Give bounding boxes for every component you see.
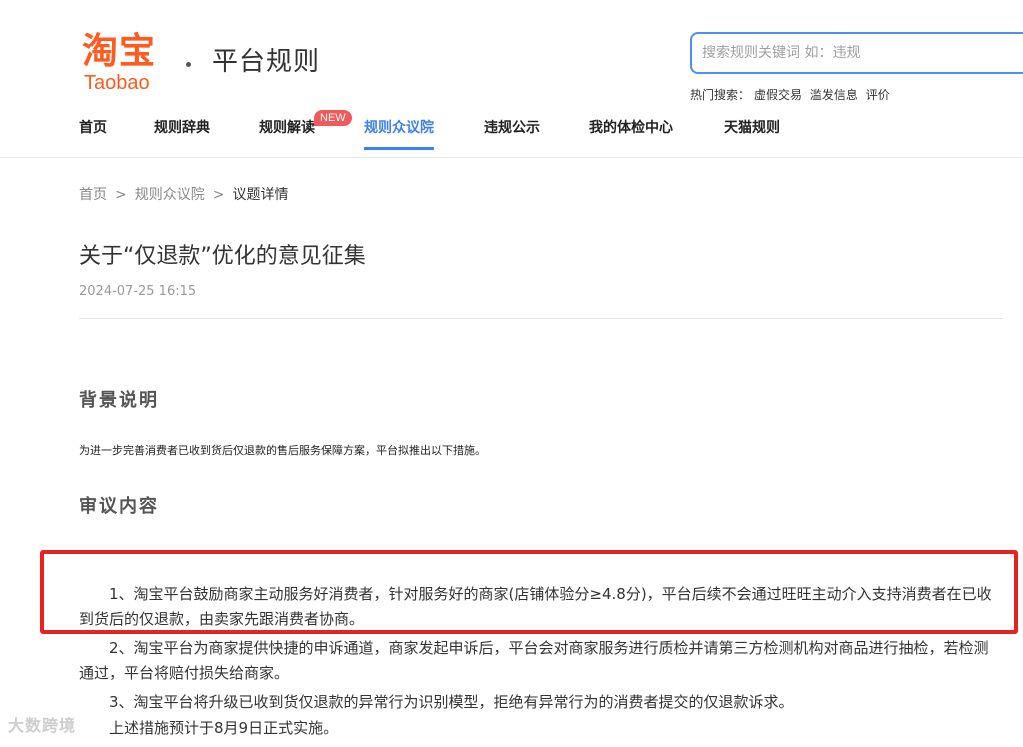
- main-nav: 首页 规则辞典 规则解读 NEW 规则众议院 违规公示 我的体检中心 天猫规则: [0, 110, 1023, 158]
- breadcrumb-home[interactable]: 首页: [79, 187, 107, 203]
- page-title: 关于“仅退款”优化的意见征集: [79, 244, 366, 269]
- divider: [79, 318, 1003, 319]
- title-dot: [186, 62, 191, 67]
- nav-my-checkup[interactable]: 我的体检中心: [589, 118, 673, 150]
- search-input[interactable]: [702, 42, 1002, 64]
- logo-english: Taobao: [84, 72, 150, 94]
- hot-search-label: 热门搜索：: [690, 88, 751, 102]
- breadcrumb-current: 议题详情: [232, 187, 289, 203]
- hot-search-item[interactable]: 虚假交易: [754, 88, 802, 102]
- site-title: 平台规则: [212, 47, 321, 77]
- nav-tmall-rules[interactable]: 天猫规则: [724, 118, 780, 150]
- nav-home[interactable]: 首页: [79, 118, 107, 150]
- breadcrumb: 首页 > 规则众议院 > 议题详情: [79, 184, 288, 204]
- taobao-logo[interactable]: 淘宝 Taobao: [82, 31, 172, 95]
- breadcrumb-separator: >: [115, 187, 127, 203]
- breadcrumb-parliament[interactable]: 规则众议院: [135, 187, 205, 203]
- background-heading: 背景说明: [79, 390, 159, 411]
- new-badge: NEW: [314, 110, 352, 126]
- review-item-3: 3、淘宝平台将升级已收到货仅退款的异常行为识别模型，拒绝有异常行为的消费者提交的…: [109, 693, 794, 711]
- hot-search-item[interactable]: 滥发信息: [810, 88, 858, 102]
- implementation-note: 上述措施预计于8月9日正式实施。: [109, 719, 339, 737]
- nav-violation-notice[interactable]: 违规公示: [484, 118, 540, 150]
- nav-rules-interpretation[interactable]: 规则解读: [259, 118, 315, 150]
- nav-rules-parliament[interactable]: 规则众议院: [364, 118, 434, 150]
- search-box[interactable]: [690, 32, 1023, 74]
- watermark: 大数跨境: [8, 716, 77, 735]
- review-heading: 审议内容: [79, 496, 159, 517]
- review-item-1: 1、淘宝平台鼓励商家主动服务好消费者，针对服务好的商家(店铺体验分≥4.8分)，…: [79, 585, 992, 628]
- background-text: 为进一步完善消费者已收到货后仅退款的售后服务保障方案，平台拟推出以下措施。: [79, 444, 486, 457]
- review-item-2: 2、淘宝平台为商家提供快捷的申诉通道，商家发起申诉后，平台会对商家服务进行质检并…: [79, 639, 989, 682]
- breadcrumb-separator: >: [212, 187, 225, 203]
- logo-chinese: 淘宝: [82, 31, 157, 72]
- nav-rules-dictionary[interactable]: 规则辞典: [154, 118, 210, 150]
- publish-date: 2024-07-25 16:15: [79, 284, 197, 299]
- hot-search: 热门搜索： 虚假交易 滥发信息 评价: [690, 86, 894, 103]
- hot-search-item[interactable]: 评价: [866, 88, 890, 102]
